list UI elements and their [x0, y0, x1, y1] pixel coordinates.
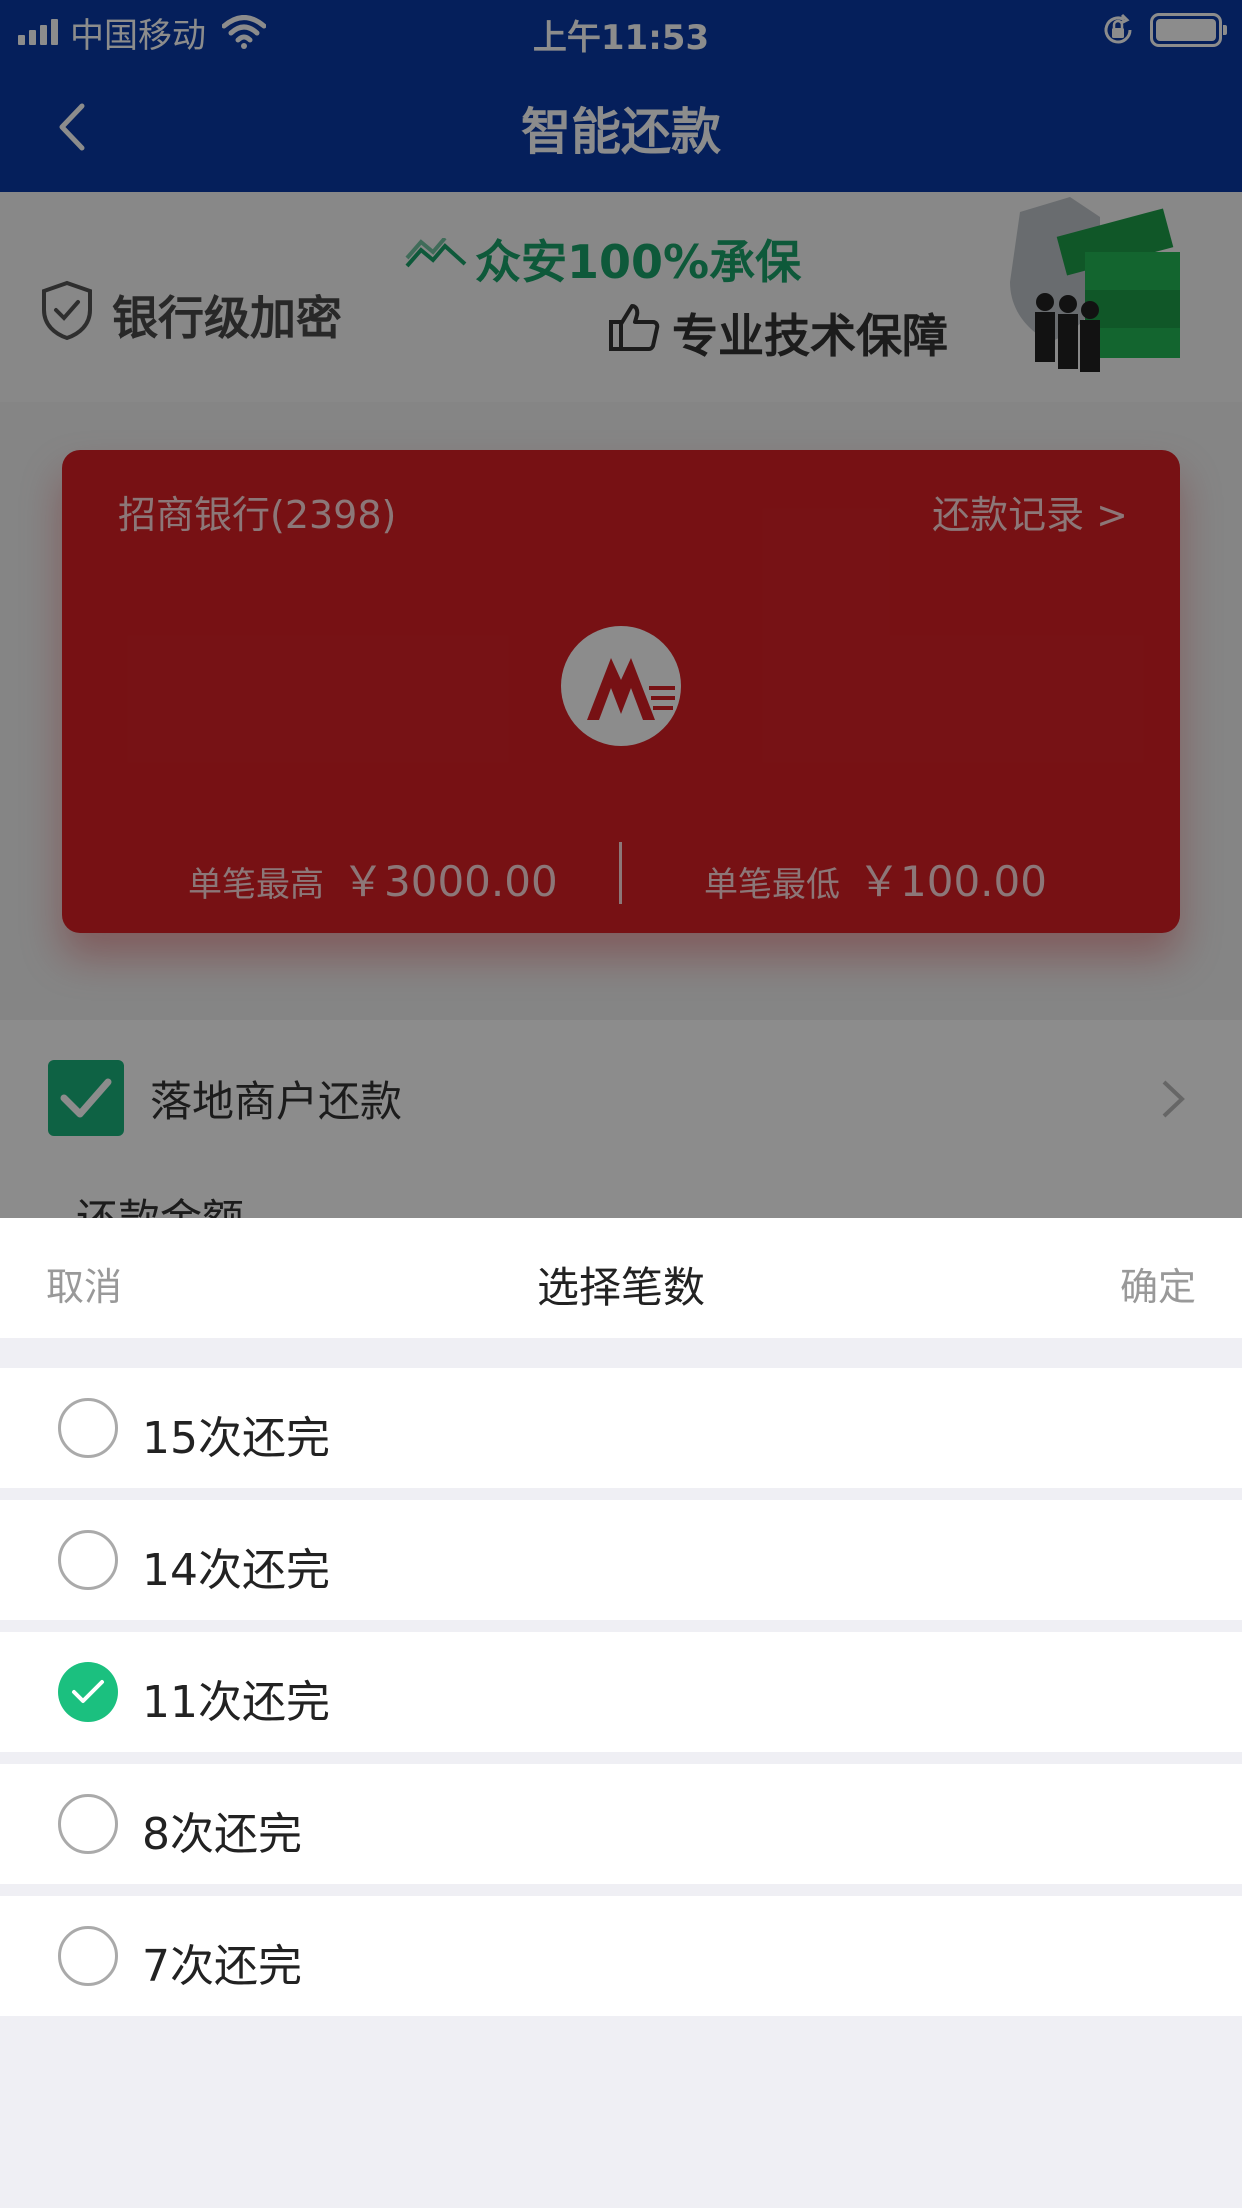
sheet-header: 取消 选择笔数 确定 — [0, 1218, 1242, 1338]
radio-unchecked-icon[interactable] — [58, 1398, 118, 1458]
option-item[interactable]: 14次还完 — [0, 1500, 1242, 1620]
radio-unchecked-icon[interactable] — [58, 1926, 118, 1986]
checkmark-icon — [72, 1680, 104, 1703]
sheet-title: 选择笔数 — [536, 1263, 705, 1312]
option-item[interactable]: 8次还完 — [0, 1764, 1242, 1884]
confirm-button[interactable]: 确定 — [1120, 1256, 1196, 1311]
option-label: 8次还完 — [142, 1809, 302, 1860]
option-item[interactable]: 7次还完 — [0, 1896, 1242, 2016]
option-label: 15次还完 — [142, 1413, 330, 1464]
radio-checked-icon[interactable] — [58, 1662, 118, 1722]
count-picker-sheet: 取消 选择笔数 确定 15次还完 14次还完 11次还完 8次还完 7次还完 — [0, 1218, 1242, 2208]
radio-unchecked-icon[interactable] — [58, 1530, 118, 1590]
option-item-selected[interactable]: 11次还完 — [0, 1632, 1242, 1752]
option-label: 14次还完 — [142, 1545, 330, 1596]
radio-unchecked-icon[interactable] — [58, 1794, 118, 1854]
option-item[interactable]: 15次还完 — [0, 1368, 1242, 1488]
modal-overlay[interactable] — [0, 0, 1242, 1218]
option-label: 7次还完 — [142, 1941, 302, 1992]
option-label: 11次还完 — [142, 1677, 330, 1728]
